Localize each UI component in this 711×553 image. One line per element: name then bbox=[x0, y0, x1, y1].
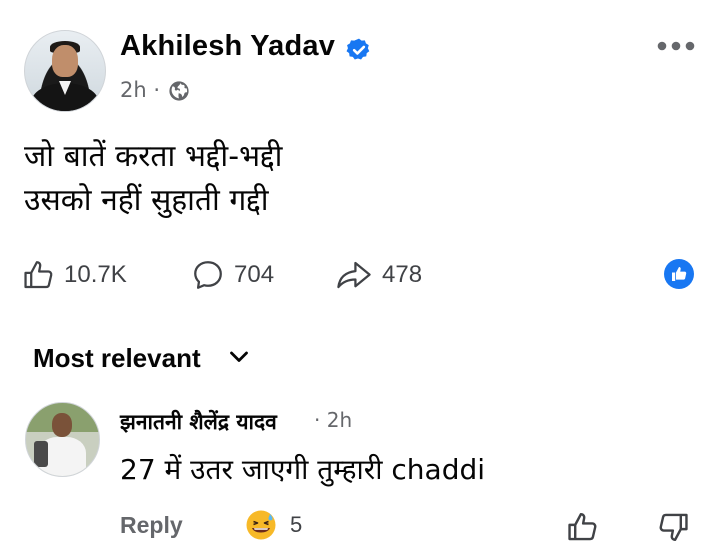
comment-dislike-icon[interactable] bbox=[656, 510, 690, 544]
like-button[interactable]: 10.7K bbox=[22, 258, 127, 292]
comment-icon bbox=[194, 261, 222, 289]
author-avatar[interactable] bbox=[24, 30, 106, 112]
like-reaction-icon[interactable] bbox=[663, 258, 695, 290]
comment-text: 27 में उतर जाएगी तुम्हारी chaddi bbox=[120, 453, 486, 486]
post-timestamp[interactable]: 2h · bbox=[120, 78, 160, 102]
reply-button[interactable]: Reply bbox=[120, 512, 183, 539]
share-icon bbox=[337, 261, 371, 289]
comment-timestamp[interactable]: · 2h bbox=[314, 408, 352, 432]
sort-comments-selector[interactable]: Most relevant bbox=[33, 343, 201, 374]
like-count: 10.7K bbox=[64, 261, 127, 288]
chevron-down-icon[interactable] bbox=[229, 350, 249, 364]
reaction-count: 5 bbox=[290, 512, 303, 537]
grinning-sweat-emoji-icon[interactable] bbox=[245, 509, 277, 541]
comment-count: 704 bbox=[234, 261, 275, 288]
share-button[interactable]: 478 bbox=[334, 258, 422, 292]
post-text-line: जो बातें करता भद्दी-भद्दी bbox=[24, 139, 283, 174]
commenter-name[interactable]: झनातनी शैलेंद्र यादव bbox=[120, 408, 277, 436]
globe-icon bbox=[169, 81, 189, 101]
author-name[interactable]: Akhilesh Yadav bbox=[120, 30, 335, 63]
comment-button[interactable]: 704 bbox=[190, 258, 274, 292]
comment-like-icon[interactable] bbox=[566, 510, 600, 544]
verified-badge-icon bbox=[346, 38, 370, 60]
post-text-line: उसको नहीं सुहाती गद्दी bbox=[24, 183, 269, 218]
thumbs-up-icon bbox=[24, 261, 53, 289]
commenter-avatar[interactable] bbox=[25, 402, 100, 477]
share-count: 478 bbox=[382, 261, 423, 288]
more-options-icon[interactable] bbox=[656, 40, 696, 52]
